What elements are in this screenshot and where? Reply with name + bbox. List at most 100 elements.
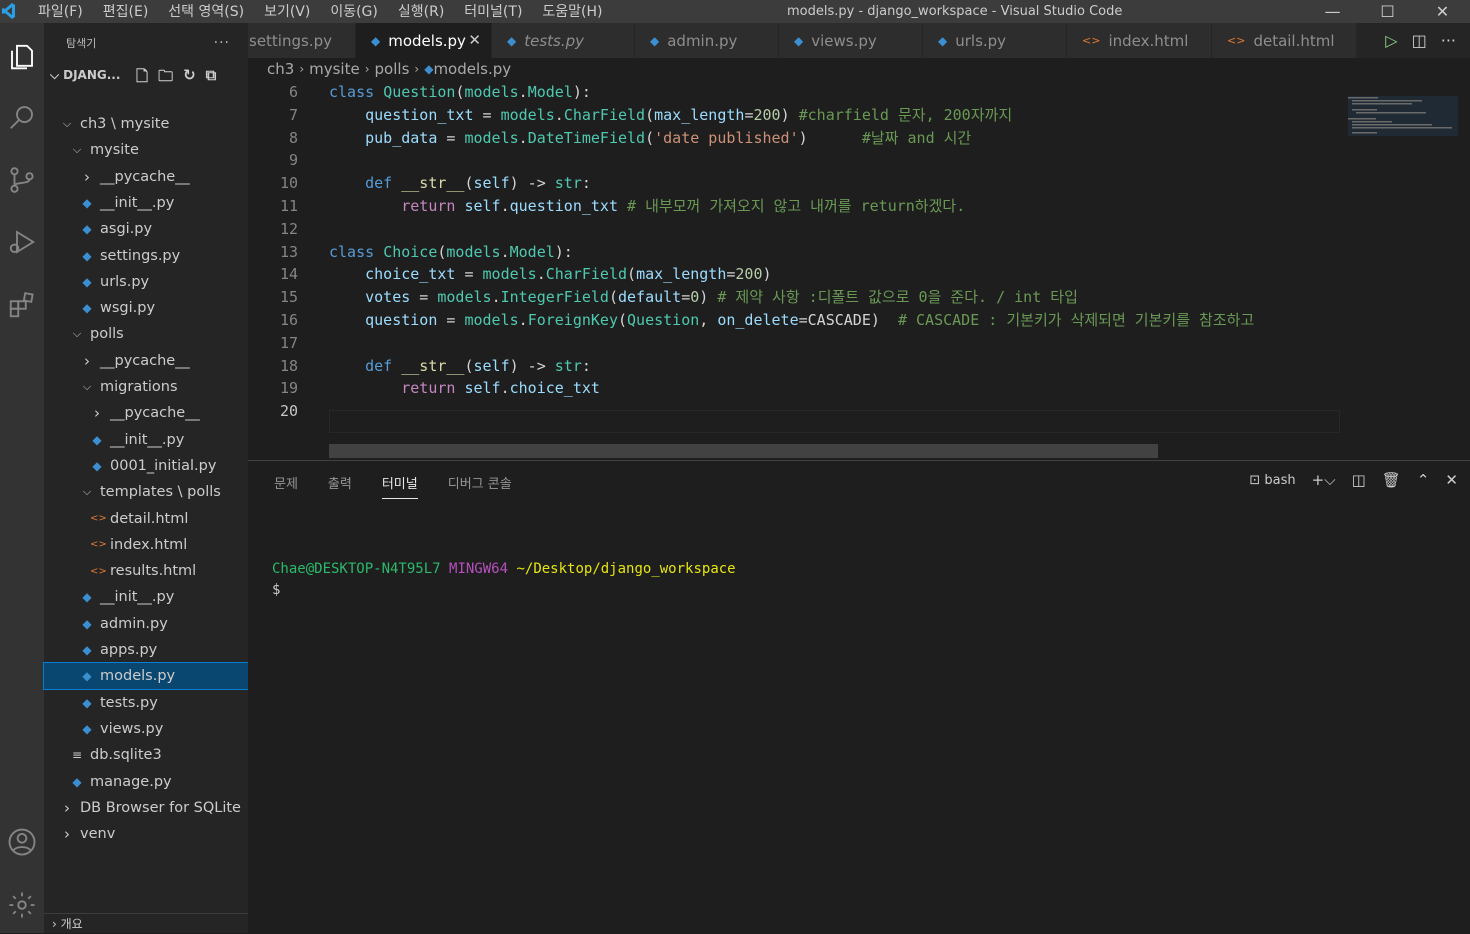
menu-item-5[interactable]: 실행(R)	[398, 1, 444, 23]
breadcrumb-item[interactable]: mysite	[309, 60, 360, 78]
tree-item-label: __pycache__	[110, 405, 200, 422]
tree-item[interactable]: ◆ models.py	[43, 662, 249, 691]
html-file-icon: <>	[90, 565, 107, 577]
tree-item[interactable]: › venv	[44, 821, 248, 847]
delete-terminal-icon[interactable]: 🗑	[1382, 471, 1401, 489]
breadcrumb-item[interactable]: models.py	[433, 60, 511, 78]
html-file-icon: <>	[90, 539, 107, 551]
tree-item[interactable]: <> index.html	[44, 532, 248, 558]
tree-item[interactable]: ◆ asgi.py	[44, 216, 248, 242]
code-token: =	[473, 105, 501, 124]
tree-item[interactable]: › __pycache__	[44, 400, 248, 426]
terminal-output[interactable]: Chae@DESKTOP-N4T95L7 MINGW64 ~/Desktop/d…	[272, 559, 736, 601]
tree-item[interactable]: <> results.html	[44, 558, 248, 584]
menu-item-3[interactable]: 보기(V)	[264, 1, 310, 23]
tree-item[interactable]: ◆ 0001_initial.py	[44, 453, 248, 479]
more-actions-icon[interactable]: ···	[214, 35, 230, 51]
maximize-icon[interactable]: ☐	[1360, 0, 1415, 23]
project-header[interactable]: ⌵ DJANG... 🗋 🗀 ↻ ⧉	[44, 63, 248, 87]
editor-tab[interactable]: ◆ views.py	[779, 23, 923, 58]
tree-item[interactable]: ◆ __init__.py	[44, 427, 248, 453]
menu-item-4[interactable]: 이동(G)	[330, 1, 378, 23]
terminal-shell-selector[interactable]: ⊡ bash	[1249, 473, 1295, 488]
editor-tab[interactable]: ◆ tests.py	[492, 23, 635, 58]
tree-item[interactable]: ⌵ templates \ polls	[44, 479, 248, 505]
editor-tab[interactable]: ◆ admin.py	[635, 23, 779, 58]
tree-item-label: tests.py	[100, 694, 158, 711]
minimap[interactable]	[1340, 80, 1470, 460]
collapse-all-icon[interactable]: ⧉	[206, 66, 217, 91]
outline-section[interactable]: › 개요	[44, 913, 248, 933]
editor-tab[interactable]: <> index.html	[1067, 23, 1212, 58]
chevron-right-icon: ›	[64, 798, 70, 817]
tree-item[interactable]: › DB Browser for SQLite	[44, 795, 248, 821]
menu-item-0[interactable]: 파일(F)	[38, 1, 83, 23]
tree-item[interactable]: ◆ tests.py	[44, 690, 248, 716]
tree-item[interactable]: ◆ apps.py	[44, 637, 248, 663]
tree-item[interactable]: ◆ urls.py	[44, 269, 248, 295]
menu-item-1[interactable]: 편집(E)	[103, 1, 149, 23]
horizontal-scrollbar[interactable]	[329, 444, 1158, 458]
tree-item[interactable]: ⌵ ch3 \ mysite	[44, 111, 248, 137]
menu-item-2[interactable]: 선택 영역(S)	[168, 1, 244, 23]
python-file-icon: ◆	[82, 248, 92, 263]
tree-item[interactable]: ≡ db.sqlite3	[44, 742, 248, 768]
tree-item[interactable]: ◆ admin.py	[44, 611, 248, 637]
new-folder-icon[interactable]: 🗀	[158, 66, 173, 91]
minimize-icon[interactable]: —	[1305, 0, 1360, 23]
tree-item[interactable]: ⌵ mysite	[44, 137, 248, 163]
split-terminal-icon[interactable]: ◫	[1352, 471, 1366, 489]
panel-tab[interactable]: 디버그 콘솔	[448, 473, 512, 499]
line-number: 13	[279, 242, 298, 261]
code-token: CharField	[563, 105, 646, 124]
panel-tab[interactable]: 출력	[328, 473, 352, 499]
close-window-icon[interactable]: ✕	[1415, 0, 1470, 23]
menu-item-6[interactable]: 터미널(T)	[464, 1, 522, 23]
title-bar: 파일(F) 편집(E) 선택 영역(S) 보기(V) 이동(G) 실행(R) 터미널(T) 도…	[0, 0, 1470, 23]
tab-label: urls.py	[955, 31, 1007, 50]
new-terminal-icon[interactable]: +⌵	[1312, 471, 1336, 489]
tree-item[interactable]: ◆ manage.py	[44, 769, 248, 795]
editor-tab[interactable]: <> detail.html	[1212, 23, 1357, 58]
editor-tab[interactable]: ◆ urls.py	[923, 23, 1067, 58]
more-editor-actions-icon[interactable]: ···	[1441, 31, 1456, 50]
maximize-panel-icon[interactable]: ⌃	[1417, 471, 1430, 489]
breadcrumb-item[interactable]: polls	[375, 60, 410, 78]
source-control-icon[interactable]	[0, 156, 44, 204]
split-editor-icon[interactable]: ◫	[1412, 31, 1427, 50]
tree-item[interactable]: ◆ views.py	[44, 716, 248, 742]
tree-item-label: models.py	[100, 668, 176, 685]
tree-item[interactable]: <> detail.html	[44, 506, 248, 532]
explorer-icon[interactable]	[0, 33, 44, 81]
tree-item[interactable]: ◆ __init__.py	[44, 190, 248, 216]
code-token: =	[410, 288, 438, 307]
run-debug-icon[interactable]	[0, 218, 44, 266]
panel-tab[interactable]: 문제	[274, 473, 298, 499]
editor-tab[interactable]: settings.py	[248, 23, 356, 58]
line-number: 12	[279, 219, 298, 238]
menu-item-7[interactable]: 도움말(H)	[542, 1, 602, 23]
tree-item[interactable]: ⌵ migrations	[44, 374, 248, 400]
close-tab-icon[interactable]: ✕	[468, 31, 481, 49]
extensions-icon[interactable]	[0, 281, 44, 329]
editor-tab[interactable]: ◆ models.py ✕	[356, 23, 492, 58]
tree-item[interactable]: ◆ __init__.py	[44, 584, 248, 610]
close-panel-icon[interactable]: ✕	[1445, 471, 1458, 489]
project-name: DJANG...	[63, 68, 121, 82]
tree-item[interactable]: ◆ wsgi.py	[44, 295, 248, 321]
tree-item[interactable]: › __pycache__	[44, 164, 248, 190]
code-token: class	[329, 83, 384, 101]
tree-item[interactable]: ◆ settings.py	[44, 243, 248, 269]
tree-item[interactable]: ⌵ polls	[44, 321, 248, 347]
new-file-icon[interactable]: 🗋	[136, 66, 148, 91]
breadcrumb-item[interactable]: ch3	[267, 60, 294, 78]
run-file-icon[interactable]: ▷	[1385, 31, 1397, 50]
code-editor[interactable]: 6 class Question(models.Model): 7 question…	[248, 80, 1340, 460]
tree-item[interactable]: › __pycache__	[44, 348, 248, 374]
refresh-icon[interactable]: ↻	[183, 66, 196, 91]
account-icon[interactable]	[0, 818, 44, 866]
settings-gear-icon[interactable]	[0, 881, 44, 929]
search-icon[interactable]	[0, 93, 44, 141]
panel-tab[interactable]: 터미널	[381, 473, 418, 499]
